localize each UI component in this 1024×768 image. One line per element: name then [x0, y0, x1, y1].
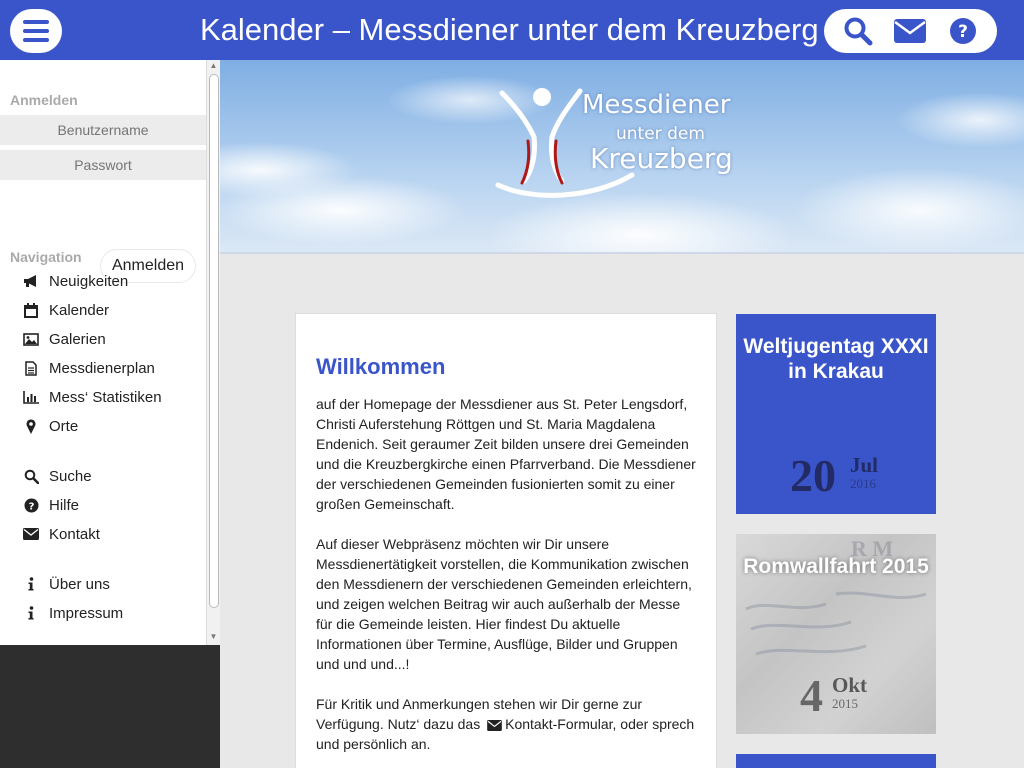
- image-icon: [22, 331, 40, 347]
- calendar-icon: [22, 302, 40, 318]
- sidebar-item-orte[interactable]: Orte: [22, 415, 78, 437]
- sidebar-item-kontakt[interactable]: Kontakt: [22, 523, 100, 545]
- contact-button[interactable]: [890, 11, 930, 51]
- welcome-card: Willkommen auf der Homepage der Messdien…: [295, 313, 717, 768]
- sidebar-item-galerien[interactable]: Galerien: [22, 328, 106, 350]
- welcome-title: Willkommen: [316, 354, 446, 379]
- sidebar-item-label: Mess‘ Statistiken: [49, 388, 162, 406]
- scroll-down-arrow[interactable]: ▼: [207, 631, 220, 643]
- logo-line-3: Kreuzberg: [590, 142, 733, 175]
- search-icon: [844, 17, 873, 46]
- page-title: Kalender – Messdiener unter dem Kreuzber…: [200, 12, 819, 47]
- event-year: 2016: [850, 476, 876, 491]
- event-tile[interactable]: [736, 754, 936, 768]
- bar-chart-icon: [22, 389, 40, 405]
- scroll-thumb[interactable]: [209, 74, 219, 666]
- top-bar: Kalender – Messdiener unter dem Kreuzber…: [0, 0, 1024, 60]
- scroll-up-arrow[interactable]: ▲: [207, 60, 220, 72]
- sidebar-item-label: Galerien: [49, 330, 106, 348]
- sidebar-item-label: Messdienerplan: [49, 359, 155, 377]
- username-field[interactable]: [0, 115, 206, 145]
- sidebar-item-label: Neuigkeiten: [49, 272, 129, 290]
- sidebar-item-messdienerplan[interactable]: Messdienerplan: [22, 357, 155, 379]
- sidebar-item-label: Suche: [49, 467, 92, 485]
- scroll-thumb-body[interactable]: [209, 74, 219, 608]
- navigation-section-label: Navigation: [10, 249, 82, 265]
- sidebar-item-impressum[interactable]: Impressum: [22, 602, 123, 624]
- event-tile[interactable]: R M Romwallfahrt 2015 4 Okt 2015: [736, 534, 936, 734]
- search-button[interactable]: [838, 11, 878, 51]
- sidebar-item-label: Orte: [49, 417, 79, 435]
- sidebar-footer: [0, 645, 220, 768]
- sidebar-item-label: Impressum: [49, 604, 124, 622]
- event-month: Jul: [850, 453, 879, 477]
- event-title: Romwallfahrt 2015: [743, 555, 929, 578]
- svg-text:?: ?: [28, 501, 34, 512]
- search-icon: [22, 468, 40, 484]
- bars-icon: [23, 20, 49, 24]
- header-banner: Messdiener unter dem Kreuzberg: [220, 60, 1024, 254]
- sidebar-item-label: Hilfe: [49, 496, 80, 514]
- sidebar-item-label: Kalender: [49, 301, 110, 319]
- bars-icon-line: [23, 38, 49, 42]
- top-actions: ?: [824, 9, 997, 53]
- welcome-paragraph-2: Auf dieser Webpräsenz möchten wir Dir un…: [316, 536, 692, 672]
- sidebar-item-label: Über uns: [49, 575, 110, 593]
- info-icon: [22, 605, 40, 621]
- sidebar-item-statistiken[interactable]: Mess‘ Statistiken: [22, 386, 162, 408]
- sidebar-scrollbar[interactable]: ▲ ▼: [206, 60, 220, 645]
- sidebar-item-neuigkeiten[interactable]: Neuigkeiten: [22, 270, 128, 292]
- logo-line-2: unter dem: [616, 124, 705, 144]
- envelope-icon: [487, 720, 502, 731]
- welcome-paragraph-3: Für Kritik und Anmerkungen stehen wir Di…: [316, 694, 696, 754]
- sidebar-item-label: Kontakt: [49, 525, 100, 543]
- event-month: Okt: [832, 673, 868, 697]
- menu-button[interactable]: [10, 9, 62, 53]
- sidebar-item-suche[interactable]: Suche: [22, 465, 92, 487]
- info-icon: [22, 576, 40, 592]
- event-title: Weltjugentag XXXI in Krakau: [743, 335, 929, 383]
- bars-icon-line: [23, 29, 49, 33]
- envelope-icon: [22, 526, 40, 542]
- help-button[interactable]: ?: [943, 11, 983, 51]
- event-year: 2015: [832, 696, 858, 711]
- welcome-paragraph-1: auf der Homepage der Messdiener aus St. …: [316, 396, 696, 512]
- login-section-label: Anmelden: [10, 92, 78, 108]
- envelope-icon: [894, 19, 927, 43]
- svg-text:?: ?: [958, 22, 968, 42]
- map-marker-icon: [22, 418, 40, 434]
- question-circle-icon: ?: [22, 497, 40, 513]
- event-tile[interactable]: Weltjugentag XXXI in Krakau 20 Jul 2016: [736, 314, 936, 514]
- contact-form-link[interactable]: Kontakt-Formular: [505, 716, 612, 732]
- bullhorn-icon: [22, 273, 40, 289]
- sidebar-item-hilfe[interactable]: ? Hilfe: [22, 494, 79, 516]
- logo-line-1: Messdiener: [582, 90, 731, 120]
- event-day: 20: [790, 450, 836, 501]
- file-text-icon: [22, 360, 40, 376]
- sidebar: Anmelden Anmelden Navigation Neuigkeiten…: [0, 60, 220, 645]
- password-field[interactable]: [0, 150, 206, 180]
- question-circle-icon: ?: [949, 18, 976, 44]
- event-day: 4: [800, 670, 823, 721]
- sidebar-item-kalender[interactable]: Kalender: [22, 299, 109, 321]
- sidebar-item-ueber-uns[interactable]: Über uns: [22, 573, 110, 595]
